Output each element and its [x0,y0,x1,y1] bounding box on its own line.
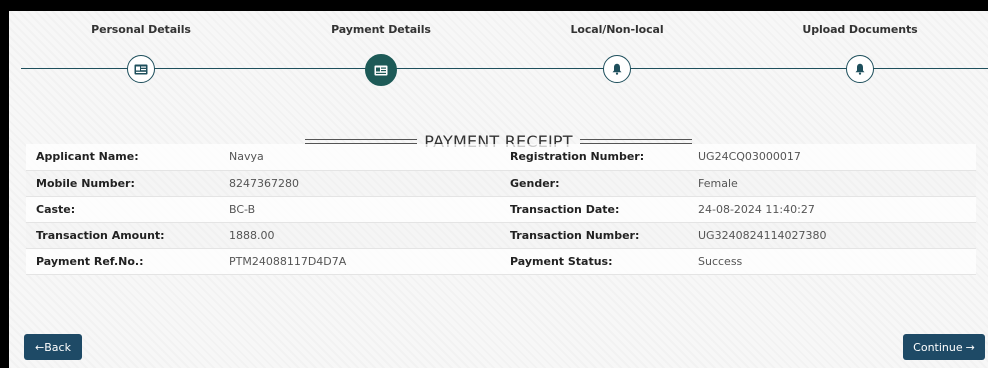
arrow-right-icon: → [965,340,975,354]
step-circle[interactable] [846,55,874,83]
step-local-non-local[interactable]: Local/Non-local [517,23,717,83]
field-value: UG3240824114027380 [688,222,976,249]
field-label: Applicant Name: [26,144,219,171]
field-label: Caste: [26,196,219,223]
table-row: Transaction Amount: 1888.00 Transaction … [26,222,976,249]
field-value: Female [688,170,976,197]
id-card-icon [374,65,388,75]
step-personal-details[interactable]: Personal Details [41,23,241,83]
progress-stepper: Personal Details Payment Details Local/N… [9,11,988,111]
id-card-icon [134,64,148,74]
field-value: UG24CQ03000017 [688,144,976,171]
back-button-label: Back [44,340,71,354]
table-row: Mobile Number: 8247367280 Gender: Female [26,170,976,197]
table-row: Applicant Name: Navya Registration Numbe… [26,144,976,171]
field-value: PTM24088117D4D7A [219,248,500,275]
continue-button[interactable]: Continue → [903,334,985,360]
field-value: BC-B [219,196,500,223]
field-value: 8247367280 [219,170,500,197]
table-row: Caste: BC-B Transaction Date: 24-08-2024… [26,196,976,223]
application-frame: Personal Details Payment Details Local/N… [9,11,988,368]
bell-icon [612,63,622,75]
back-button[interactable]: ← Back [24,334,82,360]
field-value: Navya [219,144,500,171]
field-label: Payment Status: [500,248,688,275]
field-label: Gender: [500,170,688,197]
step-upload-documents[interactable]: Upload Documents [760,23,960,83]
step-label: Personal Details [91,23,191,36]
arrow-left-icon: ← [35,340,45,354]
receipt-details-table: Applicant Name: Navya Registration Numbe… [26,144,976,275]
step-label: Upload Documents [802,23,918,36]
field-label: Transaction Number: [500,222,688,249]
step-label: Payment Details [331,23,431,36]
step-circle[interactable] [127,55,155,83]
stepper-line [21,68,988,69]
field-label: Payment Ref.No.: [26,248,219,275]
step-payment-details[interactable]: Payment Details [281,23,481,86]
field-label: Registration Number: [500,144,688,171]
field-label: Mobile Number: [26,170,219,197]
step-circle[interactable] [603,55,631,83]
field-label: Transaction Amount: [26,222,219,249]
bell-icon [855,63,865,75]
field-label: Transaction Date: [500,196,688,223]
step-circle-active[interactable] [365,54,397,86]
table-row: Payment Ref.No.: PTM24088117D4D7A Paymen… [26,248,976,275]
continue-button-label: Continue [913,340,963,354]
step-label: Local/Non-local [570,23,664,36]
field-value: 1888.00 [219,222,500,249]
field-value: 24-08-2024 11:40:27 [688,196,976,223]
field-value: Success [688,248,976,275]
